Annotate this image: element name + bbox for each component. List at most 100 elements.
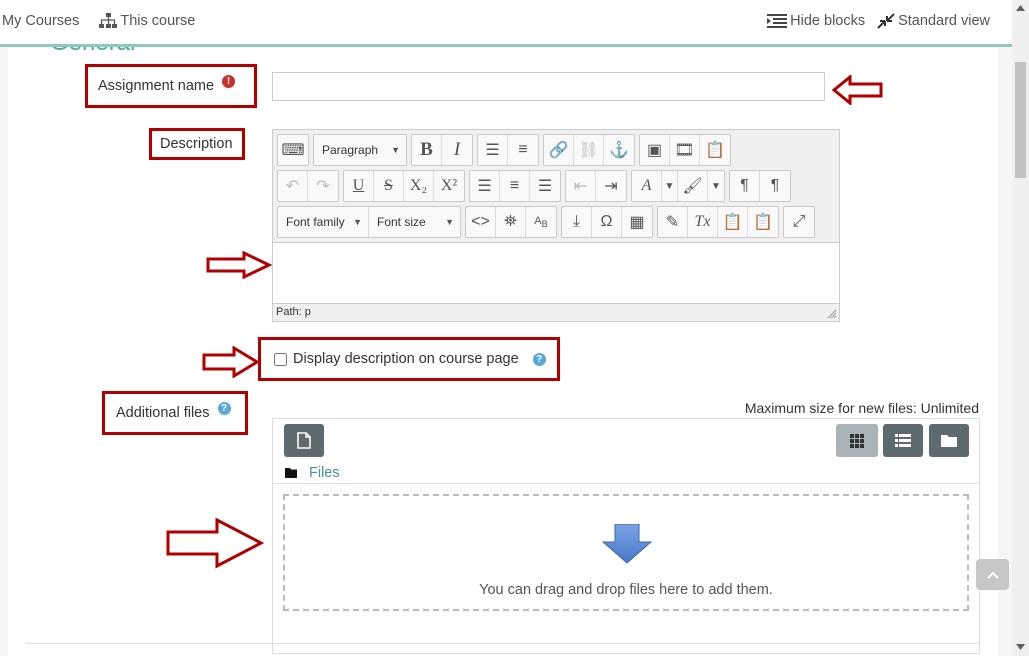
eraser-icon: ✎ [665, 214, 680, 231]
fullscreen-button[interactable]: ⤢ [784, 207, 814, 237]
display-description-checkbox[interactable] [274, 352, 287, 366]
add-file-button[interactable] [284, 424, 324, 457]
toolbar-row-3: Font family ▼ Font size ▼ <> ⛯ AB ⤓ Ω ▦ ✎ … [277, 206, 815, 238]
background-color-button[interactable]: 🖌 [678, 171, 708, 201]
top-navbar: My Courses This course Hide blocks Stand… [0, 0, 1012, 47]
align-left-button[interactable]: ☰ [470, 171, 500, 201]
resize-handle-icon[interactable] [827, 309, 837, 319]
font-family-select[interactable]: Font family ▼ [278, 207, 369, 237]
insert-media-button[interactable]: 🎞 [670, 135, 700, 165]
superscript-button[interactable]: X² [434, 171, 464, 201]
standard-view-button[interactable]: Standard view [877, 13, 990, 29]
underline-icon: U [352, 177, 365, 194]
rtl-icon: ¶ [770, 177, 780, 194]
numbered-list-button[interactable]: ≡ [508, 135, 538, 165]
tree-view-button[interactable] [929, 424, 969, 457]
paste-text-icon: 📋 [722, 214, 743, 231]
table-button[interactable]: ▦ [622, 207, 652, 237]
text-color-dropdown[interactable]: ▼ [662, 171, 678, 201]
toolbar-row-2: ↶ ↷ U S X₂ X² ☰ ≡ ☰ ⇤ ⇥ A ▼ 🖌 ▼ ¶ ¶ [277, 170, 791, 202]
section-title: General [50, 47, 135, 57]
underline-button[interactable]: U [344, 171, 374, 201]
assignment-name-label-row: Assignment name ! [98, 75, 236, 94]
caret-down-icon: ▼ [353, 217, 362, 227]
link-button[interactable]: 🔗 [544, 135, 574, 165]
superscript-icon: X² [440, 177, 458, 194]
strikethrough-icon: S [384, 177, 393, 194]
align-right-button[interactable]: ☰ [530, 171, 560, 201]
caret-down-icon: ▼ [445, 217, 454, 227]
description-label: Description [160, 136, 233, 152]
description-text-area[interactable] [273, 242, 839, 304]
insert-image-button[interactable]: ▣ [640, 135, 670, 165]
paste-word-icon: 📋 [753, 214, 773, 231]
spellcheck-button[interactable]: AB [526, 207, 556, 237]
strikethrough-button[interactable]: S [374, 171, 404, 201]
nav-my-courses[interactable]: My Courses [2, 13, 79, 29]
outline-arrow-icon [166, 517, 265, 569]
assignment-name-label: Assignment name [98, 78, 215, 94]
clear-formatting-button[interactable]: ✎ [658, 207, 688, 237]
display-description-label: Display description on course page [293, 351, 519, 367]
undo-icon: ↶ [285, 178, 300, 195]
align-right-icon: ☰ [537, 178, 553, 195]
toolbar-toggle-button[interactable]: ⌨ [278, 135, 308, 165]
paste-word-button[interactable]: 📋 [748, 207, 778, 237]
italic-icon: I [453, 139, 461, 160]
undo-button[interactable]: ↶ [278, 171, 308, 201]
paste-text-button[interactable]: 📋 [718, 207, 748, 237]
scrollbar-thumb[interactable] [1015, 62, 1026, 178]
scroll-down-arrow-icon[interactable] [1016, 644, 1025, 650]
find-replace-button[interactable]: ⛯ [496, 207, 526, 237]
redo-icon: ↷ [316, 178, 330, 195]
anchor-button[interactable]: ⚓ [604, 135, 634, 165]
grid-view-button[interactable] [836, 424, 878, 457]
subscript-button[interactable]: X₂ [404, 171, 434, 201]
files-folder-link[interactable]: Files [309, 465, 340, 481]
rtl-button[interactable]: ¶ [760, 171, 790, 201]
editor-path: Path: p [276, 306, 311, 318]
list-view-button[interactable] [883, 424, 923, 457]
unlink-button[interactable]: ⛓ [574, 135, 604, 165]
manage-files-button[interactable]: 📋 [700, 135, 730, 165]
table-icon: ▦ [629, 214, 645, 231]
source-code-button[interactable]: <> [466, 207, 496, 237]
back-to-top-button[interactable] [976, 559, 1009, 590]
hide-blocks-button[interactable]: Hide blocks [767, 13, 865, 29]
page-scrollbar[interactable] [1012, 0, 1029, 656]
question-icon[interactable]: ? [217, 402, 231, 415]
insert-button[interactable]: ⤓ [562, 207, 592, 237]
align-center-button[interactable]: ≡ [500, 171, 530, 201]
toolbar-row-1: ⌨ Paragraph ▼ B I ☰ ≡ 🔗 ⛓ ⚓ ▣ 🎞 📋 [277, 134, 731, 166]
italic-button[interactable]: I [442, 135, 472, 165]
max-size-text: Maximum size for new files: Unlimited [744, 400, 979, 416]
file-drop-zone[interactable]: You can drag and drop files here to add … [283, 494, 969, 611]
indent-button[interactable]: ⇥ [596, 171, 626, 201]
main-content: General Assignment name ! Description ⌨ … [8, 47, 998, 656]
outdent-button[interactable]: ⇤ [566, 171, 596, 201]
text-color-button[interactable]: A [632, 171, 662, 201]
redo-button[interactable]: ↷ [308, 171, 338, 201]
bold-button[interactable]: B [412, 135, 442, 165]
keyboard-icon: ⌨ [281, 142, 305, 159]
special-character-button[interactable]: Ω [592, 207, 622, 237]
image-icon: ▣ [646, 142, 663, 159]
ltr-button[interactable]: ¶ [730, 171, 760, 201]
font-size-select[interactable]: Font size ▼ [369, 207, 460, 237]
bullet-list-icon: ☰ [485, 142, 500, 159]
question-icon[interactable]: ? [532, 352, 546, 366]
scroll-up-arrow-icon[interactable] [1016, 5, 1025, 11]
paragraph-select[interactable]: Paragraph ▼ [314, 135, 406, 165]
bullet-list-button[interactable]: ☰ [478, 135, 508, 165]
folder-icon [285, 468, 297, 478]
subscript-icon: X₂ [409, 177, 428, 194]
background-color-dropdown[interactable]: ▼ [708, 171, 724, 201]
drop-instructions: You can drag and drop files here to add … [479, 582, 773, 598]
numbered-list-icon: ≡ [518, 141, 528, 158]
nav-this-course[interactable]: This course [99, 13, 195, 29]
remove-format-button[interactable]: Tx [688, 207, 718, 237]
files-icon: 📋 [705, 142, 725, 159]
unlink-icon: ⛓ [578, 142, 599, 159]
additional-files-label-row: Additional files ? [116, 402, 231, 421]
assignment-name-input[interactable] [272, 72, 825, 101]
